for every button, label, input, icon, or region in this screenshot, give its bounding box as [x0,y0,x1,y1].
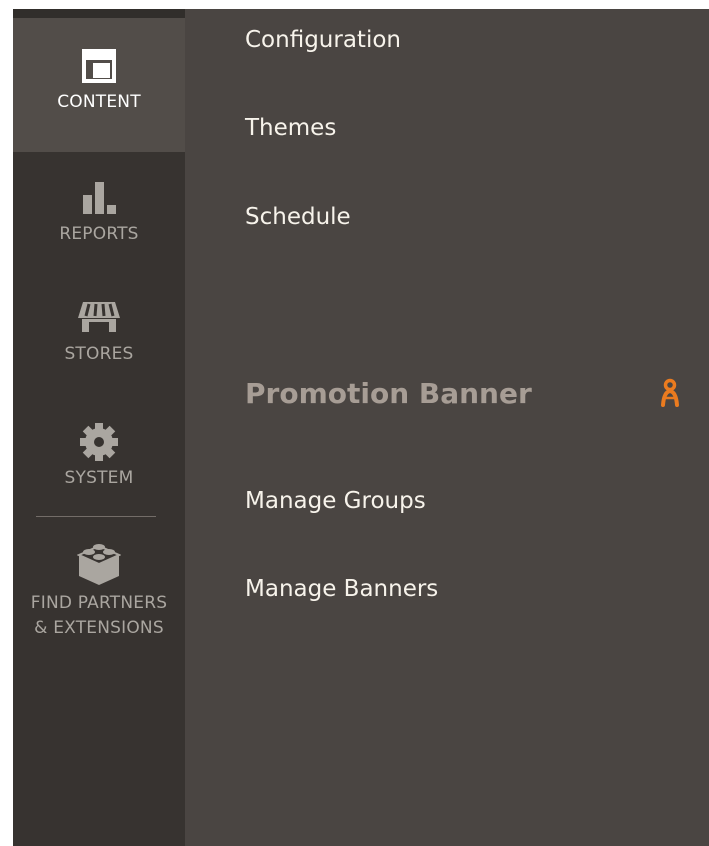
submenu-link-configuration[interactable]: Configuration [245,27,401,53]
sidebar-item-label: STORES [64,344,134,364]
sidebar-item-system[interactable]: SYSTEM [13,400,185,516]
sidebar-item-content[interactable]: CONTENT [13,18,185,152]
admin-menu-frame: CONTENT REPORTS STORES SYSTEM FIND PARTN… [13,9,709,846]
submenu-link-schedule[interactable]: Schedule [245,204,351,230]
gear-icon [80,423,118,461]
layout-icon [82,49,116,83]
submenu-link-themes[interactable]: Themes [245,115,336,141]
blocks-icon [77,544,121,585]
submenu-panel: Configuration Themes Schedule Promotion … [185,9,709,846]
submenu-link-manage-banners[interactable]: Manage Banners [245,576,438,602]
sidebar-item-label: REPORTS [59,224,139,244]
sidebar-item-stores[interactable]: STORES [13,276,185,400]
storefront-icon [78,302,120,332]
sidebar-item-label: SYSTEM [64,468,134,488]
sidebar-item-find-partners[interactable]: FIND PARTNERS & EXTENSIONS [13,517,185,657]
submenu-section-title: Promotion Banner [245,377,532,410]
bar-chart-icon [83,182,116,214]
submenu-link-manage-groups[interactable]: Manage Groups [245,488,426,514]
sidebar-item-label: CONTENT [57,92,141,112]
sidebar-item-reports[interactable]: REPORTS [13,152,185,276]
vendor-logo-icon [661,378,679,407]
sidebar-item-label: FIND PARTNERS & EXTENSIONS [30,593,168,638]
sidebar-top-edge [13,9,185,18]
admin-sidebar: CONTENT REPORTS STORES SYSTEM FIND PARTN… [13,9,185,846]
